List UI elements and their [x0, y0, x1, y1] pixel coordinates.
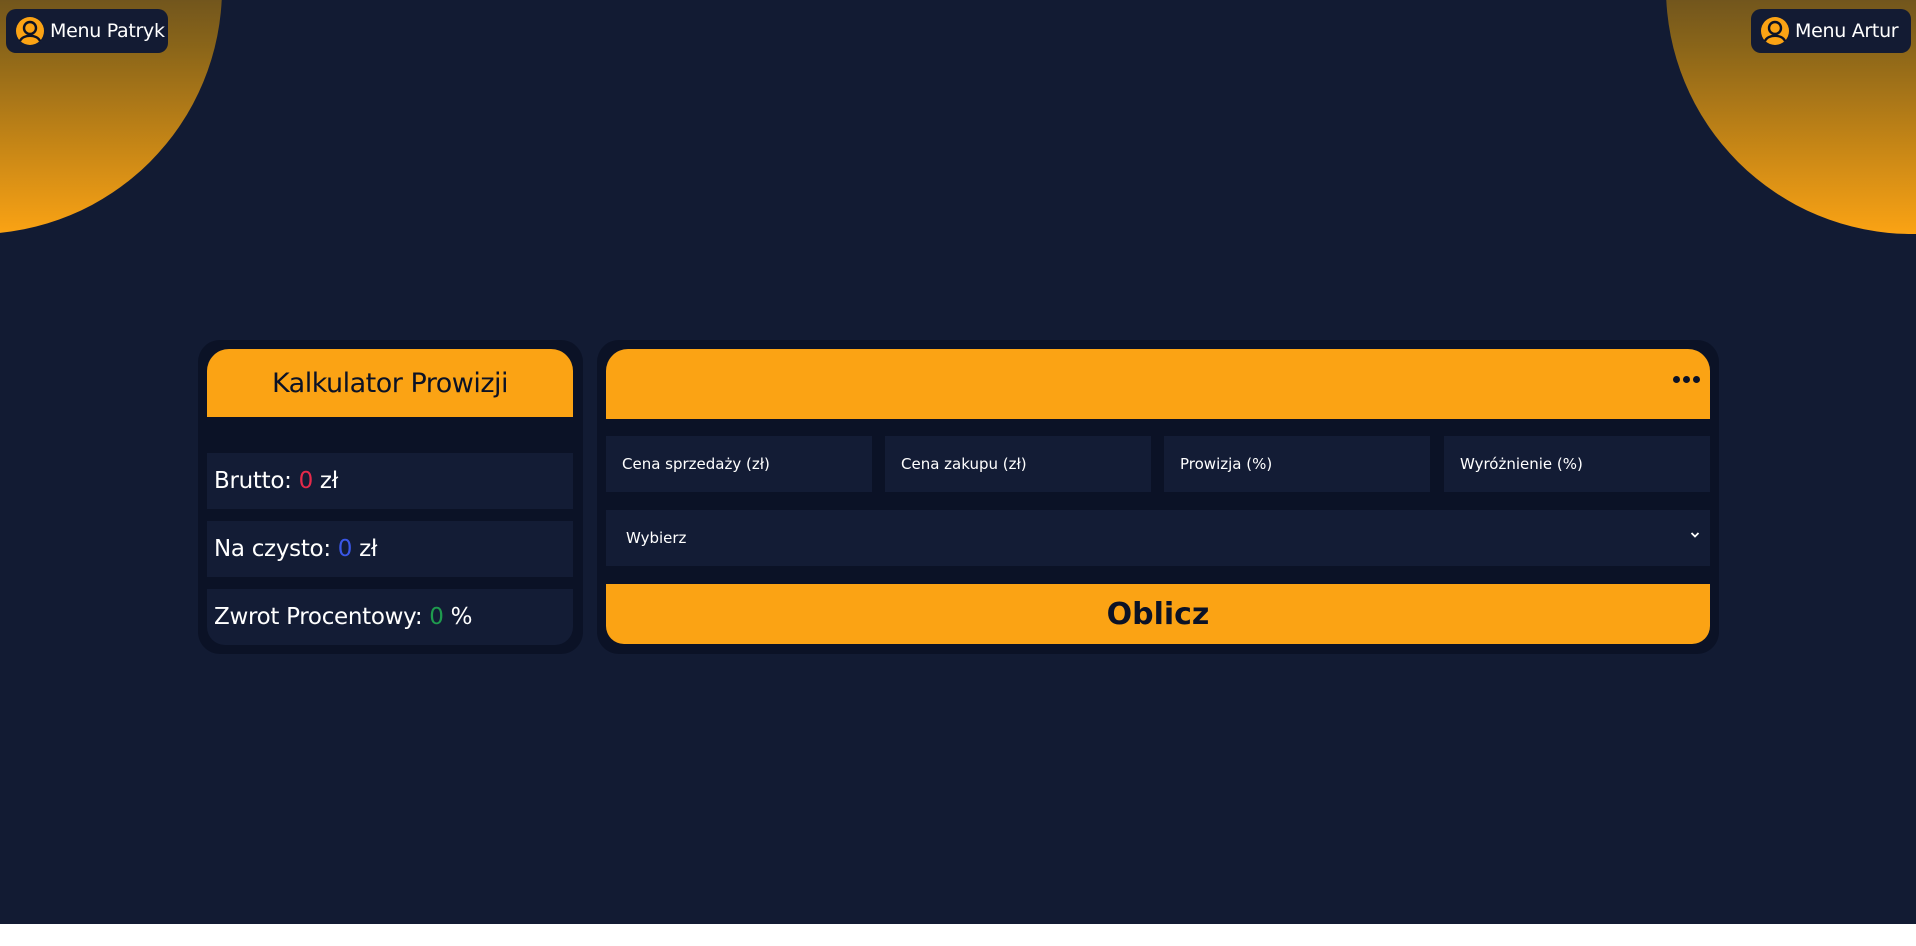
page-title: Kalkulator Prowizji [207, 349, 573, 417]
highlight-input[interactable] [1444, 436, 1710, 492]
menu-artur-label: Menu Artur [1795, 20, 1899, 42]
input-panel-header [606, 349, 1710, 419]
return-pct-stat: Zwrot Procentowy: 0% [207, 589, 573, 645]
return-pct-value: 0 [429, 604, 444, 630]
net-stat: Na czysto: 0 zł [207, 521, 573, 577]
sale-price-input[interactable] [606, 436, 872, 492]
return-pct-label: Zwrot Procentowy: [214, 604, 423, 630]
brutto-unit: zł [319, 468, 338, 494]
input-panel: Wybierz Oblicz [597, 340, 1719, 654]
return-pct-unit: % [450, 604, 473, 630]
brutto-stat: Brutto: 0 zł [207, 453, 573, 509]
app-background: Menu Patryk Menu Artur Kalkulator Prowiz… [0, 0, 1916, 924]
purchase-price-input[interactable] [885, 436, 1151, 492]
brutto-value: 0 [298, 468, 314, 494]
user-circle-icon [1761, 17, 1789, 45]
more-dots-icon[interactable] [1673, 376, 1700, 383]
commission-input[interactable] [1164, 436, 1430, 492]
net-label: Na czysto: [214, 536, 331, 562]
net-unit: zł [359, 536, 378, 562]
chevron-down-icon [1690, 532, 1700, 538]
calculate-button[interactable]: Oblicz [606, 584, 1710, 644]
menu-artur-button[interactable]: Menu Artur [1751, 9, 1911, 53]
user-circle-icon [16, 17, 44, 45]
category-select-value: Wybierz [626, 529, 687, 547]
results-panel: Kalkulator Prowizji Brutto: 0 zł Na czysto… [198, 340, 583, 654]
menu-patryk-label: Menu Patryk [50, 20, 165, 42]
category-select[interactable]: Wybierz [606, 510, 1710, 566]
net-value: 0 [337, 536, 353, 562]
brutto-label: Brutto: [214, 468, 292, 494]
menu-patryk-button[interactable]: Menu Patryk [6, 9, 168, 53]
